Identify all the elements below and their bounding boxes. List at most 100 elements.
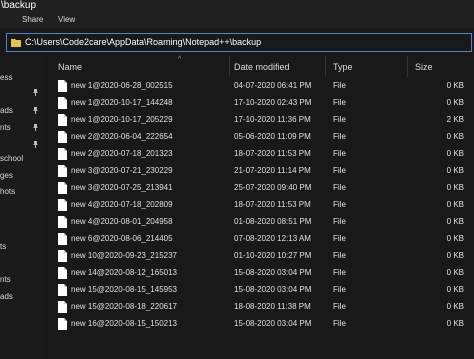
file-size: 0 KB [446,234,464,243]
file-name[interactable]: new 4@2020-08-01_204958 [71,217,173,226]
nav-item-3[interactable]: nts [0,123,11,132]
table-row[interactable]: new 3@2020-07-21_230229 21-07-2020 11:14 … [44,163,474,180]
file-type: File [333,268,346,277]
table-row[interactable]: new 4@2020-08-01_204958 01-08-2020 08:51 … [44,214,474,231]
file-icon [58,284,67,296]
file-type: File [333,251,346,260]
file-icon [58,318,67,330]
nav-item-8[interactable]: nts [0,275,11,284]
pin-icon [33,107,38,114]
title-bar: \backup [0,0,474,12]
table-row[interactable]: new 2@2020-07-18_201323 18-07-2020 11:53 … [44,146,474,163]
window-title: \backup [1,0,37,11]
table-row[interactable]: new 2@2020-06-04_222654 05-06-2020 11:09 … [44,129,474,146]
file-date: 18-07-2020 11:53 PM [234,200,311,209]
tab-view[interactable]: View [58,15,75,24]
file-date: 17-10-2020 11:36 PM [234,115,311,124]
file-date: 21-07-2020 11:14 PM [234,166,311,175]
file-size: 0 KB [446,268,464,277]
file-type: File [333,98,346,107]
table-row[interactable]: new 15@2020-08-15_145953 15-08-2020 03:04… [44,282,474,299]
file-name[interactable]: new 6@2020-08-06_214405 [71,234,173,243]
file-size: 2 KB [446,115,464,124]
nav-item-4[interactable]: school [0,154,23,163]
column-date-modified[interactable]: Date modified [234,62,290,72]
file-name[interactable]: new 1@2020-06-28_002515 [71,81,173,90]
file-type: File [333,183,346,192]
file-date: 25-07-2020 09:40 PM [234,183,312,192]
file-date: 15-08-2020 03:04 PM [234,268,312,277]
file-type: File [333,319,346,328]
nav-item-6[interactable]: hots [0,187,15,196]
nav-item-7[interactable]: ts [0,242,6,251]
column-size[interactable]: Size [415,62,433,72]
file-icon [58,148,67,160]
table-row[interactable]: new 15@2020-08-18_220617 18-08-2020 11:38… [44,299,474,316]
table-row[interactable]: new 1@2020-10-17_205229 17-10-2020 11:36 … [44,112,474,129]
table-row[interactable]: new 10@2020-09-23_215237 01-10-2020 10:27… [44,248,474,265]
column-separator[interactable] [229,56,230,77]
folder-icon [11,39,21,47]
table-row[interactable]: new 3@2020-07-25_213941 25-07-2020 09:40 … [44,180,474,197]
file-icon [58,80,67,92]
column-separator[interactable] [325,56,326,77]
file-icon [58,114,67,126]
file-type: File [333,285,346,294]
table-row[interactable]: new 14@2020-08-12_165013 15-08-2020 03:04… [44,265,474,282]
column-separator[interactable] [407,56,408,77]
file-size: 0 KB [446,251,464,260]
file-name[interactable]: new 2@2020-07-18_201323 [71,149,173,158]
file-name[interactable]: new 3@2020-07-21_230229 [71,166,173,175]
file-type: File [333,217,346,226]
nav-item-9[interactable]: ads [0,292,13,301]
file-type: File [333,149,346,158]
file-type: File [333,200,346,209]
file-size: 0 KB [446,183,464,192]
table-row[interactable]: new 1@2020-10-17_144248 17-10-2020 02:43 … [44,95,474,112]
column-name[interactable]: Name [58,62,82,72]
file-name[interactable]: new 14@2020-08-12_165013 [71,268,177,277]
nav-item-5[interactable]: ges [0,171,13,180]
table-row[interactable]: new 4@2020-07-18_202809 18-07-2020 11:53 … [44,197,474,214]
file-date: 07-08-2020 12:13 AM [234,234,311,243]
address-path[interactable]: C:\Users\Code2care\AppData\Roaming\Notep… [25,37,261,47]
navigation-pane: ess ads nts school ges hots ts nts ads [0,56,44,359]
file-type: File [333,302,346,311]
file-date: 04-07-2020 06:41 PM [234,81,312,90]
file-date: 05-06-2020 11:09 PM [234,132,311,141]
file-name[interactable]: new 15@2020-08-15_145953 [71,285,177,294]
file-type: File [333,166,346,175]
table-row[interactable]: new 1@2020-06-28_002515 04-07-2020 06:41 … [44,78,474,95]
pin-icon [33,89,38,96]
file-size: 0 KB [446,132,464,141]
file-name[interactable]: new 16@2020-08-15_150213 [71,319,177,328]
pin-icon [33,124,38,131]
file-name[interactable]: new 3@2020-07-25_213941 [71,183,173,192]
file-size: 0 KB [446,149,464,158]
file-list: ^ Name Date modified Type Size new 1@202… [44,56,474,359]
file-name[interactable]: new 1@2020-10-17_205229 [71,115,173,124]
nav-item-1[interactable]: ess [0,73,12,82]
column-type[interactable]: Type [333,62,353,72]
file-icon [58,97,67,109]
file-size: 0 KB [446,302,464,311]
file-size: 0 KB [446,200,464,209]
table-row[interactable]: new 16@2020-08-15_150213 15-08-2020 03:04… [44,316,474,333]
file-icon [58,267,67,279]
file-date: 15-08-2020 03:04 PM [234,285,312,294]
file-size: 0 KB [446,81,464,90]
file-name[interactable]: new 2@2020-06-04_222654 [71,132,173,141]
nav-item-2[interactable]: ads [0,106,13,115]
file-size: 0 KB [446,166,464,175]
file-name[interactable]: new 10@2020-09-23_215237 [71,251,177,260]
file-name[interactable]: new 15@2020-08-18_220617 [71,302,177,311]
address-bar[interactable]: C:\Users\Code2care\AppData\Roaming\Notep… [6,33,472,52]
table-row[interactable]: new 6@2020-08-06_214405 07-08-2020 12:13 … [44,231,474,248]
file-name[interactable]: new 1@2020-10-17_144248 [71,98,173,107]
file-icon [58,131,67,143]
file-type: File [333,234,346,243]
tab-share[interactable]: Share [22,15,43,24]
file-name[interactable]: new 4@2020-07-18_202809 [71,200,173,209]
file-size: 0 KB [446,285,464,294]
file-icon [58,301,67,313]
